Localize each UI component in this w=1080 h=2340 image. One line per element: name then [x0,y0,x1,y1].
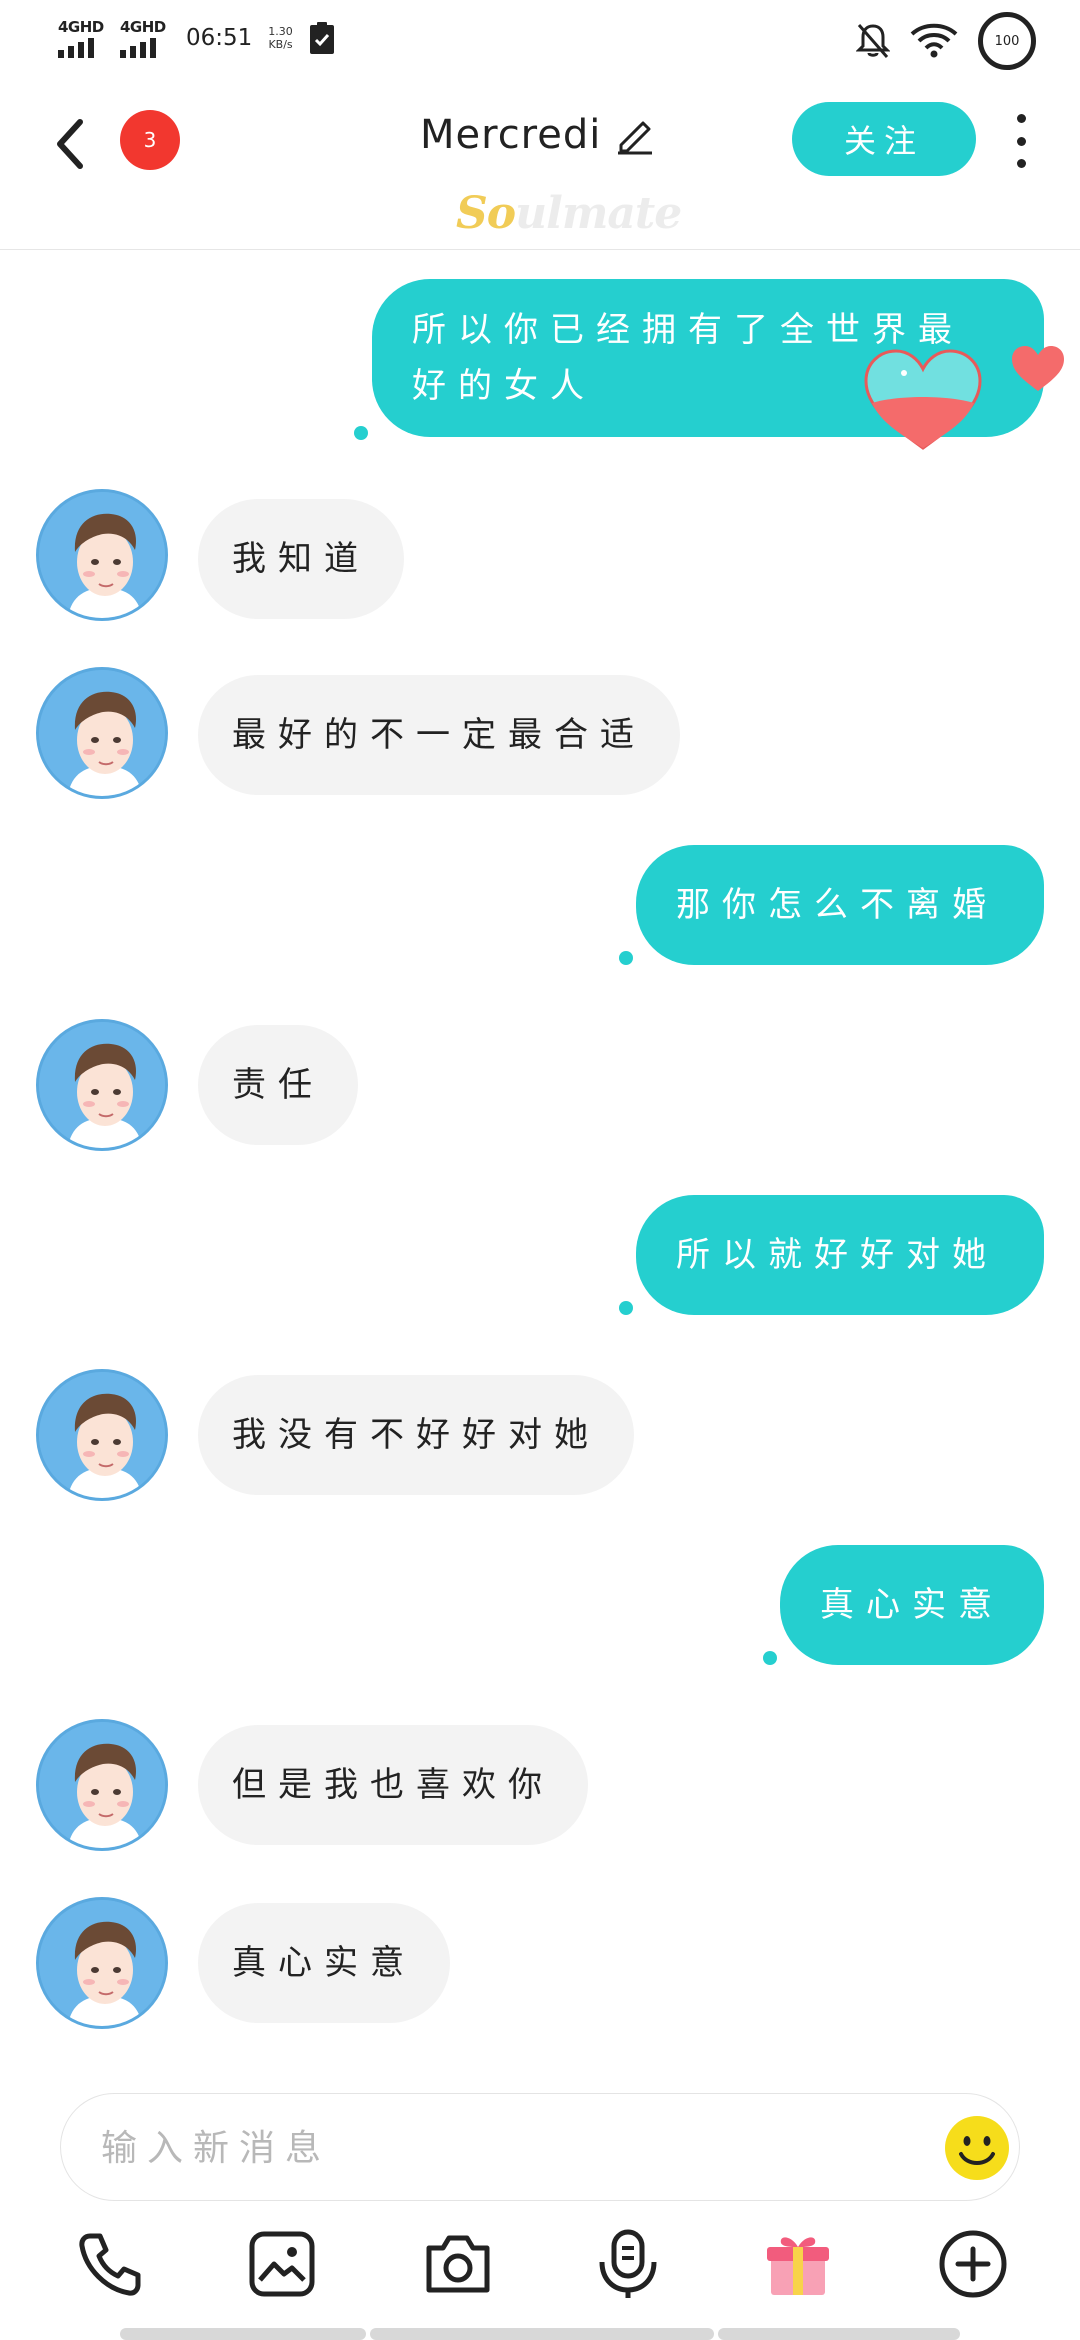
message-incoming: 真心实意 [0,1897,1080,2037]
network-speed-unit: KB/s [268,38,293,51]
message-text: 我没有不好好对她 [232,1415,600,1455]
voice-icon [599,2229,657,2298]
avatar-portrait-icon [39,1722,165,1848]
sent-indicator-dot [619,951,633,965]
avatar[interactable] [36,1019,168,1151]
message-bubble[interactable]: 真心实意 [780,1545,1044,1665]
network-type-1: 4GHD [58,18,104,36]
camera-icon [426,2235,490,2293]
message-bubble[interactable]: 我知道 [198,499,404,619]
back-button[interactable] [48,114,92,174]
message-text: 真心实意 [820,1585,1004,1625]
message-text: 那你怎么不离婚 [676,885,998,925]
message-text: 所以就好好对她 [676,1235,998,1275]
message-text: 真心实意 [232,1943,416,1983]
heart-bottle-sticker-icon [864,349,982,450]
message-text: 但是我也喜欢你 [232,1765,554,1805]
smiley-icon [945,2116,1009,2180]
avatar-portrait-icon [39,492,165,618]
avatar-portrait-icon [39,670,165,796]
network-speed: 1.30 KB/s [268,25,293,51]
message-text-line-2: 好的女人 [412,366,596,406]
gift-icon [767,2237,829,2295]
message-outgoing: 所以你已经拥有了全世界最 好的女人 [0,251,1080,450]
kebab-menu-icon [1016,114,1026,123]
avatar[interactable] [36,1369,168,1501]
more-actions-button[interactable] [935,2226,1011,2302]
gift-button[interactable] [760,2226,836,2302]
bottom-toolbar [0,2226,1080,2314]
emoji-button[interactable] [943,2114,1011,2182]
message-incoming: 责任 [0,1019,1080,1159]
title-group[interactable]: Mercredi [420,112,655,158]
message-input[interactable] [101,2118,901,2178]
brand-rest: ulmate [515,188,682,239]
call-button[interactable] [72,2226,148,2302]
message-outgoing: 那你怎么不离婚 [0,845,1080,985]
battery-level: 100 [994,33,1020,49]
gallery-button[interactable] [244,2226,320,2302]
avatar[interactable] [36,489,168,621]
network-type-2: 4GHD [120,18,166,36]
avatar-portrait-icon [39,1022,165,1148]
soulmate-logo: Soulmate [456,188,682,239]
message-bubble[interactable]: 最好的不一定最合适 [198,675,680,795]
brand-so: So [456,188,516,239]
message-text: 我知道 [232,539,370,579]
sent-indicator-dot [354,426,368,440]
camera-button[interactable] [420,2226,496,2302]
chat-title[interactable]: Mercredi [420,112,601,158]
message-bubble[interactable]: 但是我也喜欢你 [198,1725,588,1845]
message-text: 责任 [232,1065,324,1105]
more-options-button[interactable] [1006,114,1036,168]
sent-indicator-dot [763,1651,777,1665]
bell-muted-icon [856,24,890,58]
avatar[interactable] [36,1897,168,2029]
plus-icon [939,2230,1007,2298]
phone-icon [79,2233,141,2296]
clipboard-check-icon [309,22,334,54]
message-outgoing: 真心实意 [0,1545,1080,1685]
status-left: 4GHD 4GHD 06:51 1.30 KB/s [58,18,335,58]
message-incoming: 最好的不一定最合适 [0,667,1080,807]
avatar-portrait-icon [39,1900,165,2026]
message-bubble[interactable]: 那你怎么不离婚 [636,845,1044,965]
message-outgoing: 所以就好好对她 [0,1195,1080,1335]
chevron-left-icon [57,119,83,169]
nav-indicator [120,2328,366,2340]
message-incoming: 我知道 [0,489,1080,629]
message-bubble[interactable]: 我没有不好好对她 [198,1375,634,1495]
signal-bars-icon [58,38,94,58]
network-speed-value: 1.30 [268,25,293,38]
message-bubble[interactable]: 真心实意 [198,1903,450,2023]
status-time: 06:51 [186,25,253,51]
unread-count-badge[interactable]: 3 [120,110,180,170]
nav-indicator [718,2328,960,2340]
nav-indicator [370,2328,714,2340]
avatar-portrait-icon [39,1372,165,1498]
heart-icon [1012,346,1064,391]
message-incoming: 但是我也喜欢你 [0,1719,1080,1859]
message-bubble[interactable]: 责任 [198,1025,358,1145]
message-list[interactable]: 所以你已经拥有了全世界最 好的女人 我知道 最好的不一定最合适 那你怎么不离婚 … [0,251,1080,2091]
battery-indicator: 100 [978,12,1036,70]
avatar[interactable] [36,1719,168,1851]
voice-button[interactable] [590,2226,666,2302]
status-right: 100 [856,12,1036,70]
network-signal-2: 4GHD [120,18,166,58]
image-icon [249,2231,315,2297]
avatar[interactable] [36,667,168,799]
pencil-icon[interactable] [615,115,655,155]
message-bubble[interactable]: 所以就好好对她 [636,1195,1044,1315]
sent-indicator-dot [619,1301,633,1315]
signal-bars-icon [120,38,156,58]
message-composer [60,2093,1020,2201]
status-bar: 4GHD 4GHD 06:51 1.30 KB/s 100 [0,0,1080,84]
follow-button[interactable]: 关注 [792,102,976,176]
message-incoming: 我没有不好好对她 [0,1369,1080,1509]
wifi-icon [910,23,958,58]
message-text: 最好的不一定最合适 [232,715,646,755]
chat-header: 3 Mercredi 关注 Soulmate [0,84,1080,250]
network-signal-1: 4GHD [58,18,104,58]
